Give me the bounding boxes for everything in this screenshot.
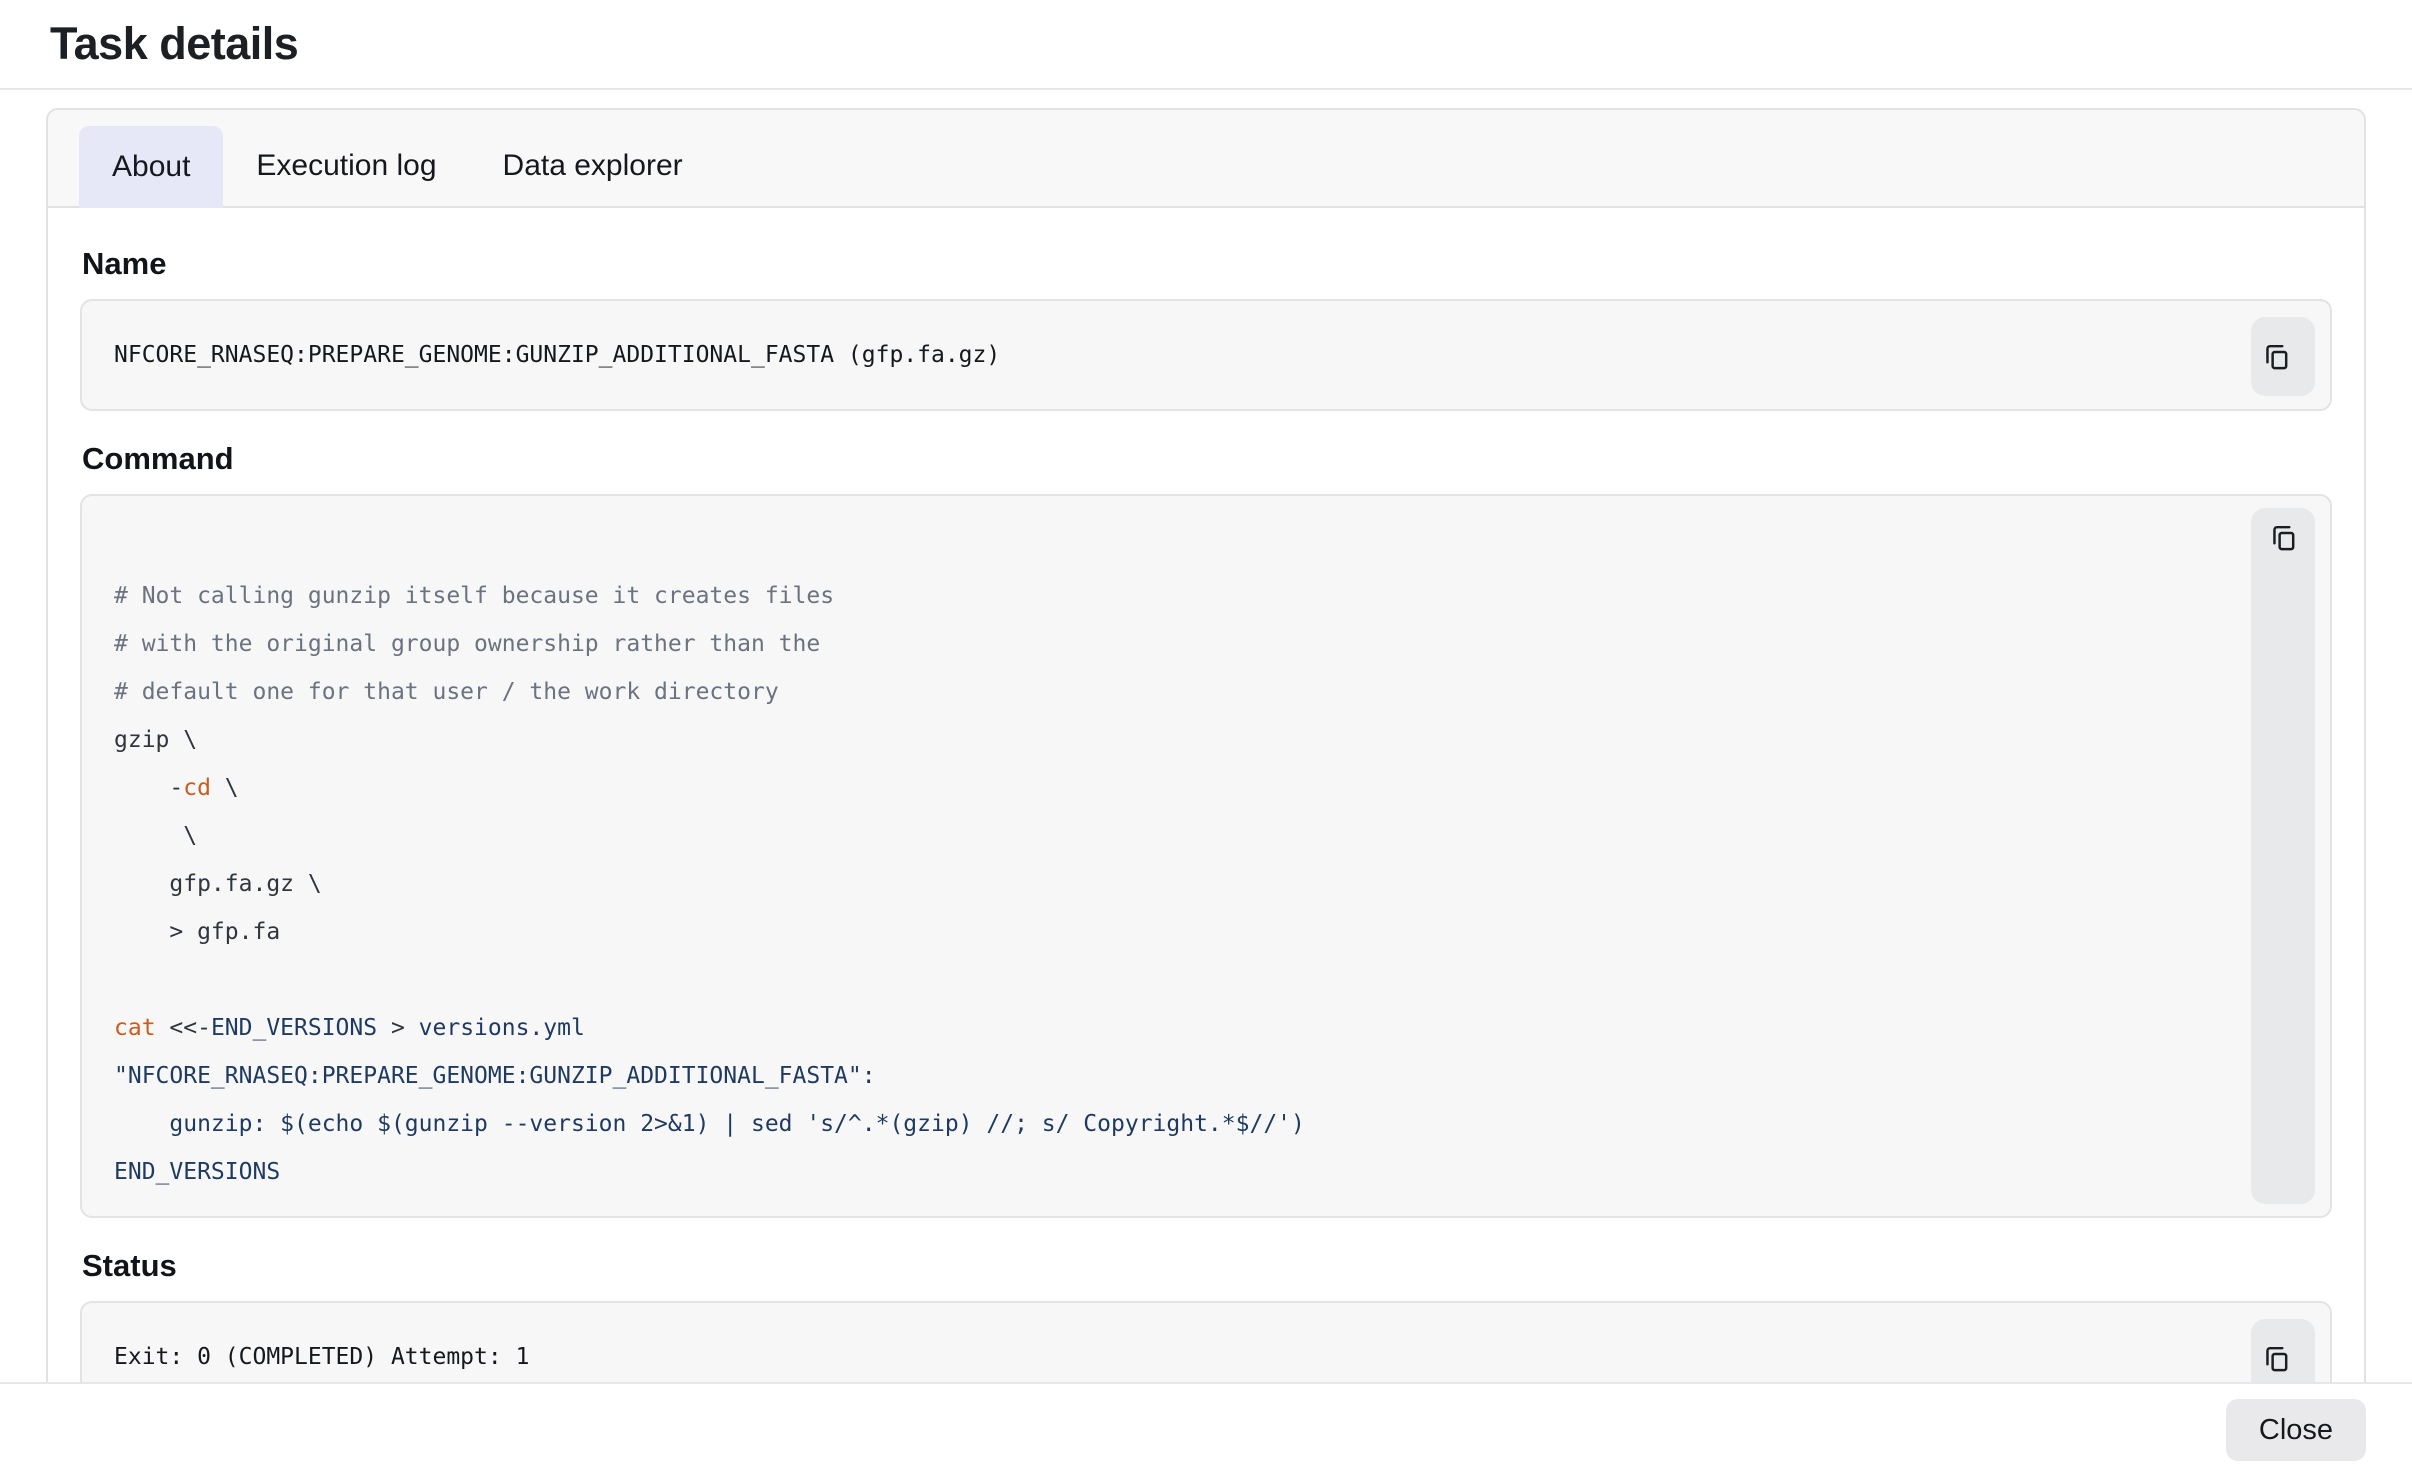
copy-icon — [2268, 522, 2299, 553]
tab-about[interactable]: About — [79, 126, 223, 208]
tab-data-explorer-label: Data explorer — [503, 149, 683, 183]
close-button[interactable]: Close — [2226, 1399, 2366, 1461]
tab-execution-log-label: Execution log — [256, 149, 436, 183]
command-section-heading: Command — [82, 441, 2332, 477]
name-section-heading: Name — [82, 246, 2332, 282]
status-section-heading: Status — [82, 1248, 2332, 1284]
copy-name-button[interactable] — [2251, 317, 2315, 396]
command-code: # Not calling gunzip itself because it c… — [114, 524, 2220, 1196]
task-name-value: NFCORE_RNASEQ:PREPARE_GENOME:GUNZIP_ADDI… — [114, 342, 1000, 368]
copy-icon — [2261, 311, 2305, 402]
tab-bar: About Execution log Data explorer — [48, 110, 2364, 208]
copy-status-button[interactable] — [2251, 1319, 2315, 1382]
page-title: Task details — [50, 18, 298, 70]
modal-footer: Close — [0, 1382, 2412, 1476]
copy-icon — [2261, 1313, 2305, 1382]
task-status-box: Exit: 0 (COMPLETED) Attempt: 1 — [80, 1301, 2332, 1382]
task-status-value: Exit: 0 (COMPLETED) Attempt: 1 — [114, 1344, 529, 1370]
task-command-box: # Not calling gunzip itself because it c… — [80, 494, 2332, 1218]
tab-execution-log[interactable]: Execution log — [223, 126, 469, 206]
tab-about-label: About — [112, 150, 190, 184]
task-details-card: About Execution log Data explorer Name N… — [46, 108, 2366, 1382]
tab-content-about: Name NFCORE_RNASEQ:PREPARE_GENOME:GUNZIP… — [48, 208, 2364, 1382]
modal-body: About Execution log Data explorer Name N… — [0, 90, 2412, 1382]
modal-header: Task details — [0, 0, 2412, 90]
tab-data-explorer[interactable]: Data explorer — [470, 126, 716, 206]
task-name-box: NFCORE_RNASEQ:PREPARE_GENOME:GUNZIP_ADDI… — [80, 299, 2332, 411]
copy-command-button[interactable] — [2251, 508, 2315, 1204]
